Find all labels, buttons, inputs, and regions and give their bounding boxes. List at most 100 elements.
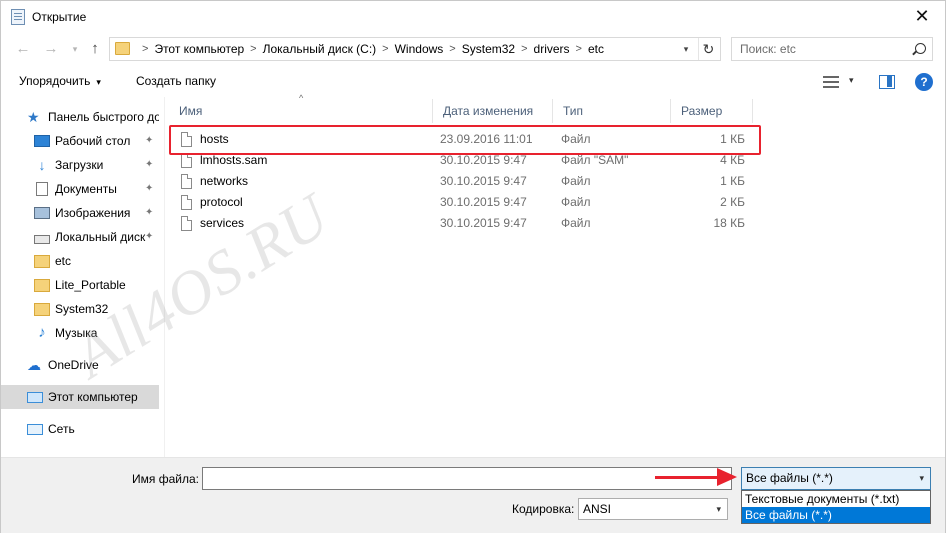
sidebar-item-downloads[interactable]: ↓ Загрузки ✦ bbox=[1, 153, 159, 177]
file-type-select[interactable]: Все файлы (*.*) ▾ bbox=[741, 467, 931, 490]
file-row-networks[interactable]: networks 30.10.2015 9:47 Файл 1 КБ bbox=[169, 171, 759, 192]
folder-icon bbox=[34, 302, 50, 316]
filename-label: Имя файла: bbox=[132, 472, 199, 486]
pin-icon[interactable]: ✦ bbox=[145, 135, 153, 146]
drive-icon bbox=[34, 234, 50, 244]
sidebar-item-system32[interactable]: System32 bbox=[1, 297, 159, 321]
encoding-label: Кодировка: bbox=[512, 502, 575, 516]
breadcrumb-item-windows[interactable]: Windows bbox=[395, 42, 444, 56]
notepad-icon bbox=[11, 9, 25, 25]
file-icon bbox=[181, 195, 192, 210]
breadcrumb-item-computer[interactable]: Этот компьютер bbox=[154, 42, 244, 56]
file-type-option-all[interactable]: Все файлы (*.*) bbox=[742, 507, 930, 523]
search-input[interactable] bbox=[732, 38, 912, 60]
forward-button[interactable]: → bbox=[41, 39, 61, 59]
organize-label: Упорядочить bbox=[19, 74, 91, 88]
new-folder-button[interactable]: Создать папку bbox=[136, 74, 216, 88]
up-button[interactable]: ↑ bbox=[85, 39, 105, 59]
column-header-size[interactable]: Размер bbox=[671, 99, 753, 123]
title-bar: Открытие ✕ bbox=[1, 1, 945, 33]
breadcrumb-item-drivers[interactable]: drivers bbox=[534, 42, 570, 56]
sidebar-item-label: Сеть bbox=[48, 422, 75, 436]
recent-locations-chevron-icon[interactable]: ▾ bbox=[65, 39, 85, 59]
search-box[interactable] bbox=[731, 37, 933, 61]
file-size: 1 КБ bbox=[720, 174, 745, 188]
breadcrumb-item-local-disk[interactable]: Локальный диск (C:) bbox=[263, 42, 377, 56]
address-history-chevron-icon[interactable]: ▾ bbox=[678, 38, 694, 60]
file-date: 30.10.2015 9:47 bbox=[440, 174, 527, 188]
navigation-pane[interactable]: ★ Панель быстрого доступа Рабочий стол ✦… bbox=[1, 101, 161, 457]
encoding-value: ANSI bbox=[583, 502, 612, 516]
filename-input[interactable] bbox=[202, 467, 732, 490]
address-bar[interactable]: > Этот компьютер > Локальный диск (C:) >… bbox=[109, 37, 721, 61]
sidebar-item-label: Локальный диск bbox=[55, 230, 146, 244]
file-row-protocol[interactable]: protocol 30.10.2015 9:47 Файл 2 КБ bbox=[169, 192, 759, 213]
file-name: protocol bbox=[200, 195, 243, 209]
sidebar-item-lite-portable[interactable]: Lite_Portable bbox=[1, 273, 159, 297]
file-type-option-txt[interactable]: Текстовые документы (*.txt) bbox=[742, 491, 930, 507]
breadcrumb-item-system32[interactable]: System32 bbox=[462, 42, 515, 56]
organize-button[interactable]: Упорядочить ▾ bbox=[19, 74, 101, 88]
file-row-services[interactable]: services 30.10.2015 9:47 Файл 18 КБ bbox=[169, 213, 759, 234]
file-icon bbox=[181, 216, 192, 231]
sidebar-item-desktop[interactable]: Рабочий стол ✦ bbox=[1, 129, 159, 153]
chevron-down-icon[interactable]: ▾ bbox=[919, 468, 924, 489]
view-options-chevron-icon[interactable]: ▾ bbox=[849, 75, 854, 86]
open-file-dialog: Открытие ✕ ← → ▾ ↑ > Этот компьютер > Ло… bbox=[0, 0, 946, 533]
sidebar-item-onedrive[interactable]: ☁ OneDrive bbox=[1, 353, 159, 377]
back-button[interactable]: ← bbox=[13, 39, 33, 59]
chevron-down-icon: ▾ bbox=[96, 77, 101, 87]
preview-pane-icon[interactable] bbox=[879, 75, 895, 89]
pin-icon[interactable]: ✦ bbox=[145, 183, 153, 194]
column-header-type[interactable]: Тип bbox=[553, 99, 671, 123]
sidebar-item-etc[interactable]: etc bbox=[1, 249, 159, 273]
desktop-icon bbox=[34, 135, 50, 147]
column-header-name[interactable]: Имя bbox=[169, 99, 433, 123]
column-header-date[interactable]: Дата изменения bbox=[433, 99, 553, 123]
star-icon: ★ bbox=[27, 109, 40, 125]
pin-icon[interactable]: ✦ bbox=[145, 231, 153, 242]
sidebar-item-this-pc[interactable]: Этот компьютер bbox=[1, 385, 159, 409]
sidebar-item-label: Панель быстрого доступа bbox=[48, 110, 159, 124]
folder-icon bbox=[34, 254, 50, 268]
close-button[interactable]: ✕ bbox=[909, 5, 935, 29]
help-icon[interactable]: ? bbox=[915, 73, 933, 91]
music-icon: ♪ bbox=[38, 324, 46, 341]
folder-icon bbox=[34, 278, 50, 292]
sidebar-item-label: OneDrive bbox=[48, 358, 99, 372]
file-type: Файл bbox=[561, 174, 591, 188]
breadcrumb-separator-icon: > bbox=[521, 43, 528, 55]
sidebar-item-label: Этот компьютер bbox=[48, 390, 138, 404]
breadcrumb-separator-icon: > bbox=[250, 43, 257, 55]
sidebar-item-quick-access[interactable]: ★ Панель быстрого доступа bbox=[1, 105, 159, 129]
sidebar-item-pictures[interactable]: Изображения ✦ bbox=[1, 201, 159, 225]
file-type-dropdown-list: Текстовые документы (*.txt) Все файлы (*… bbox=[741, 490, 931, 524]
refresh-button[interactable]: ↻ bbox=[698, 38, 718, 60]
breadcrumb-separator-icon: > bbox=[142, 43, 149, 55]
chevron-down-icon[interactable]: ▾ bbox=[716, 499, 721, 519]
file-list[interactable]: ^ Имя Дата изменения Тип Размер hosts 23… bbox=[169, 93, 945, 457]
window-title: Открытие bbox=[32, 10, 87, 24]
encoding-select[interactable]: ANSI ▾ bbox=[578, 498, 728, 520]
pin-icon[interactable]: ✦ bbox=[145, 159, 153, 170]
sidebar-item-label: Изображения bbox=[55, 206, 131, 220]
annotation-arrow-shaft bbox=[655, 476, 719, 479]
folder-icon bbox=[115, 42, 130, 55]
search-icon[interactable] bbox=[915, 43, 926, 54]
sidebar-item-label: System32 bbox=[55, 302, 109, 316]
pane-divider[interactable] bbox=[164, 97, 165, 457]
pin-icon[interactable]: ✦ bbox=[145, 207, 153, 218]
sidebar-item-label: Загрузки bbox=[55, 158, 104, 172]
network-icon bbox=[27, 423, 43, 435]
file-icon bbox=[181, 153, 192, 168]
sidebar-item-local-disk[interactable]: Локальный диск ✦ bbox=[1, 225, 159, 249]
download-icon: ↓ bbox=[38, 157, 46, 173]
sidebar-item-music[interactable]: ♪ Музыка bbox=[1, 321, 159, 345]
sidebar-item-label: Документы bbox=[55, 182, 117, 196]
breadcrumb-separator-icon: > bbox=[382, 43, 389, 55]
file-type: Файл bbox=[561, 216, 591, 230]
sidebar-item-documents[interactable]: Документы ✦ bbox=[1, 177, 159, 201]
view-options-icon[interactable] bbox=[823, 75, 839, 89]
breadcrumb-item-etc[interactable]: etc bbox=[588, 42, 604, 56]
sidebar-item-network[interactable]: Сеть bbox=[1, 417, 159, 441]
